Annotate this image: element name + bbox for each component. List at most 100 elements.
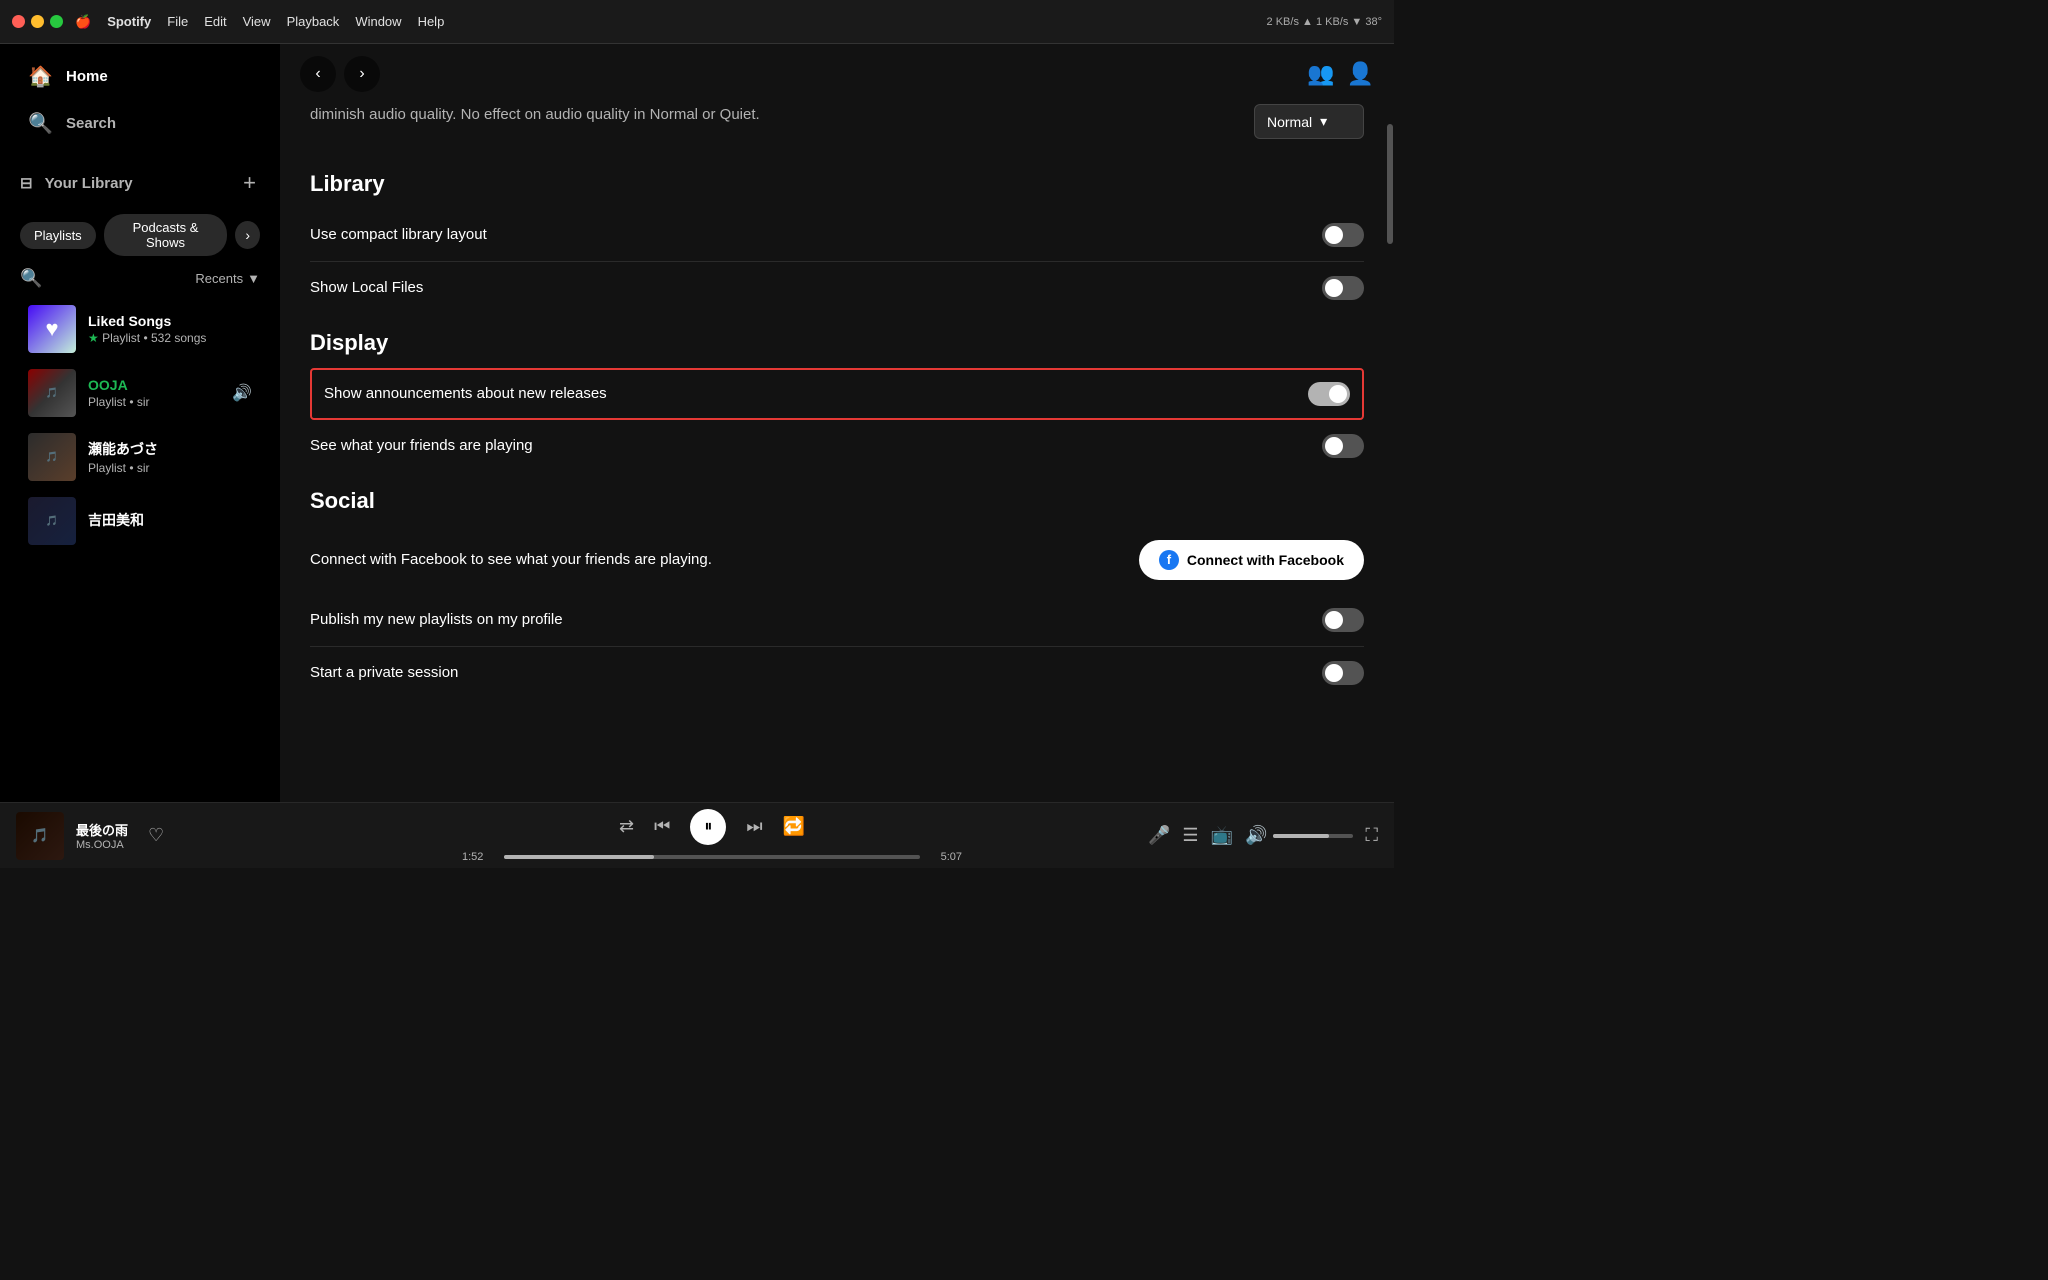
private-session-toggle[interactable] bbox=[1322, 661, 1364, 685]
player-controls: ⇄ ⏮ ⏸ ⏭ 🔁 1:52 5:07 bbox=[282, 809, 1142, 863]
filter-arrow[interactable]: › bbox=[235, 221, 260, 249]
menu-help[interactable]: Help bbox=[418, 14, 445, 29]
now-playing-thumbnail: 🎵 bbox=[16, 812, 64, 860]
list-item[interactable]: 🎵 OOJA Playlist • sir 🔊 bbox=[16, 361, 264, 425]
menu-file[interactable]: File bbox=[167, 14, 188, 29]
sidebar: 🏠 Home 🔍 Search ⊟ Your Library + Playlis… bbox=[0, 44, 280, 802]
library-search-row: 🔍 Recents ▼ bbox=[8, 264, 272, 297]
friends-button[interactable]: 👥 bbox=[1307, 61, 1334, 87]
profile-button[interactable]: 👤 bbox=[1347, 61, 1374, 87]
local-files-toggle[interactable] bbox=[1322, 276, 1364, 300]
queue-button[interactable]: ☰ bbox=[1182, 825, 1198, 846]
home-icon: 🏠 bbox=[28, 64, 52, 89]
connect-facebook-text: Connect with Facebook to see what your f… bbox=[310, 551, 712, 568]
settings-row: Show Local Files bbox=[310, 262, 1364, 314]
quality-dropdown[interactable]: Normal ▾ bbox=[1254, 104, 1364, 139]
fullscreen-button[interactable]: ⛶ bbox=[1365, 825, 1378, 846]
settings-row: See what your friends are playing bbox=[310, 420, 1364, 472]
close-button[interactable] bbox=[12, 15, 25, 28]
sidebar-item-home[interactable]: 🏠 Home bbox=[8, 54, 272, 99]
friends-icon: 👥 bbox=[1307, 61, 1334, 86]
now-playing: 🎵 最後の雨 Ms.OOJA ♡ bbox=[16, 812, 266, 860]
announcements-toggle[interactable] bbox=[1308, 382, 1350, 406]
back-button[interactable]: ‹ bbox=[300, 56, 336, 92]
progress-row: 1:52 5:07 bbox=[462, 851, 962, 863]
friends-playing-toggle[interactable] bbox=[1322, 434, 1364, 458]
menu-playback[interactable]: Playback bbox=[287, 14, 340, 29]
scrollbar-thumb[interactable] bbox=[1387, 124, 1393, 244]
social-section-title: Social bbox=[310, 488, 1364, 514]
devices-icon: 📺 bbox=[1211, 825, 1233, 845]
library-header: ⊟ Your Library + bbox=[8, 156, 272, 210]
ooja-info: OOJA Playlist • sir bbox=[88, 377, 220, 409]
loop-button[interactable]: 🔁 bbox=[783, 816, 805, 837]
private-session-label: Start a private session bbox=[310, 664, 458, 681]
maximize-button[interactable] bbox=[50, 15, 63, 28]
settings-row: Publish my new playlists on my profile bbox=[310, 594, 1364, 647]
content-header: ‹ › 👥 👤 bbox=[280, 44, 1394, 104]
devices-button[interactable]: 📺 bbox=[1211, 825, 1233, 846]
profile-icon: 👤 bbox=[1347, 61, 1374, 86]
library-settings-rows: Use compact library layout Show Local Fi… bbox=[310, 209, 1364, 314]
library-search-button[interactable]: 🔍 bbox=[20, 268, 42, 289]
liked-songs-info: Liked Songs ★ Playlist • 532 songs bbox=[88, 313, 252, 345]
recents-button[interactable]: Recents ▼ bbox=[195, 271, 260, 286]
now-playing-title: 最後の雨 bbox=[76, 820, 128, 839]
previous-button[interactable]: ⏮ bbox=[654, 816, 670, 837]
podcasts-filter[interactable]: Podcasts & Shows bbox=[104, 214, 228, 256]
library-section-title: Library bbox=[310, 171, 1364, 197]
compact-layout-toggle[interactable] bbox=[1322, 223, 1364, 247]
list-item[interactable]: 🎵 瀬能あづさ Playlist • sir bbox=[16, 425, 264, 489]
sidebar-search-label: Search bbox=[66, 115, 116, 132]
fullscreen-icon: ⛶ bbox=[1365, 825, 1378, 845]
dropdown-arrow-icon: ▾ bbox=[1320, 113, 1327, 130]
menu-view[interactable]: View bbox=[243, 14, 271, 29]
next-button[interactable]: ⏭ bbox=[746, 816, 762, 837]
scrollbar-track[interactable] bbox=[1386, 104, 1394, 802]
titlebar: 🍎 Spotify File Edit View Playback Window… bbox=[0, 0, 1394, 44]
progress-bar[interactable] bbox=[504, 855, 920, 859]
sidebar-item-search[interactable]: 🔍 Search bbox=[8, 101, 272, 146]
previous-icon: ⏮ bbox=[654, 816, 670, 836]
display-section-title: Display bbox=[310, 330, 1364, 356]
highlighted-settings-row: Show announcements about new releases bbox=[310, 368, 1364, 420]
library-settings-section: Library Use compact library layout Show … bbox=[310, 171, 1364, 314]
settings-row: Start a private session bbox=[310, 647, 1364, 699]
forward-button[interactable]: › bbox=[344, 56, 380, 92]
playlists-filter[interactable]: Playlists bbox=[20, 222, 96, 249]
minimize-button[interactable] bbox=[31, 15, 44, 28]
library-add-button[interactable]: + bbox=[239, 166, 260, 200]
list-item[interactable]: 🎵 吉田美和 bbox=[16, 489, 264, 553]
volume-fill bbox=[1273, 834, 1329, 838]
list-item[interactable]: ♥ Liked Songs ★ Playlist • 532 songs bbox=[16, 297, 264, 361]
volume-bar[interactable] bbox=[1273, 834, 1353, 838]
apple-menu[interactable]: 🍎 bbox=[75, 14, 91, 30]
sawano-info: 瀬能あづさ Playlist • sir bbox=[88, 439, 252, 475]
play-pause-button[interactable]: ⏸ bbox=[690, 809, 726, 845]
playing-indicator-icon: 🔊 bbox=[232, 383, 252, 403]
display-settings-section: Display Show announcements about new rel… bbox=[310, 330, 1364, 472]
intro-row: diminish audio quality. No effect on aud… bbox=[310, 104, 1364, 151]
sawano-thumbnail: 🎵 bbox=[28, 433, 76, 481]
main-layout: 🏠 Home 🔍 Search ⊟ Your Library + Playlis… bbox=[0, 44, 1394, 802]
volume-control: 🔊 bbox=[1245, 825, 1353, 846]
like-button[interactable]: ♡ bbox=[148, 825, 164, 846]
sawano-name: 瀬能あづさ bbox=[88, 439, 252, 459]
quality-value: Normal bbox=[1267, 114, 1312, 130]
publish-playlists-toggle[interactable] bbox=[1322, 608, 1364, 632]
shuffle-button[interactable]: ⇄ bbox=[619, 816, 634, 837]
library-label: Your Library bbox=[45, 175, 133, 192]
ooja-sub: Playlist • sir bbox=[88, 395, 220, 409]
lyrics-button[interactable]: 🎤 bbox=[1148, 825, 1170, 846]
library-icon: ⊟ bbox=[20, 174, 33, 192]
social-connect-row: Connect with Facebook to see what your f… bbox=[310, 526, 1364, 594]
volume-button[interactable]: 🔊 bbox=[1245, 825, 1267, 846]
menu-window[interactable]: Window bbox=[355, 14, 401, 29]
volume-icon: 🔊 bbox=[1245, 825, 1267, 845]
mic-icon: 🎤 bbox=[1148, 825, 1170, 845]
player-right-controls: 🎤 ☰ 📺 🔊 ⛶ bbox=[1158, 825, 1378, 846]
nav-arrows: ‹ › bbox=[300, 56, 380, 92]
menu-edit[interactable]: Edit bbox=[204, 14, 226, 29]
connect-facebook-button[interactable]: f Connect with Facebook bbox=[1139, 540, 1364, 580]
total-time: 5:07 bbox=[930, 851, 962, 863]
